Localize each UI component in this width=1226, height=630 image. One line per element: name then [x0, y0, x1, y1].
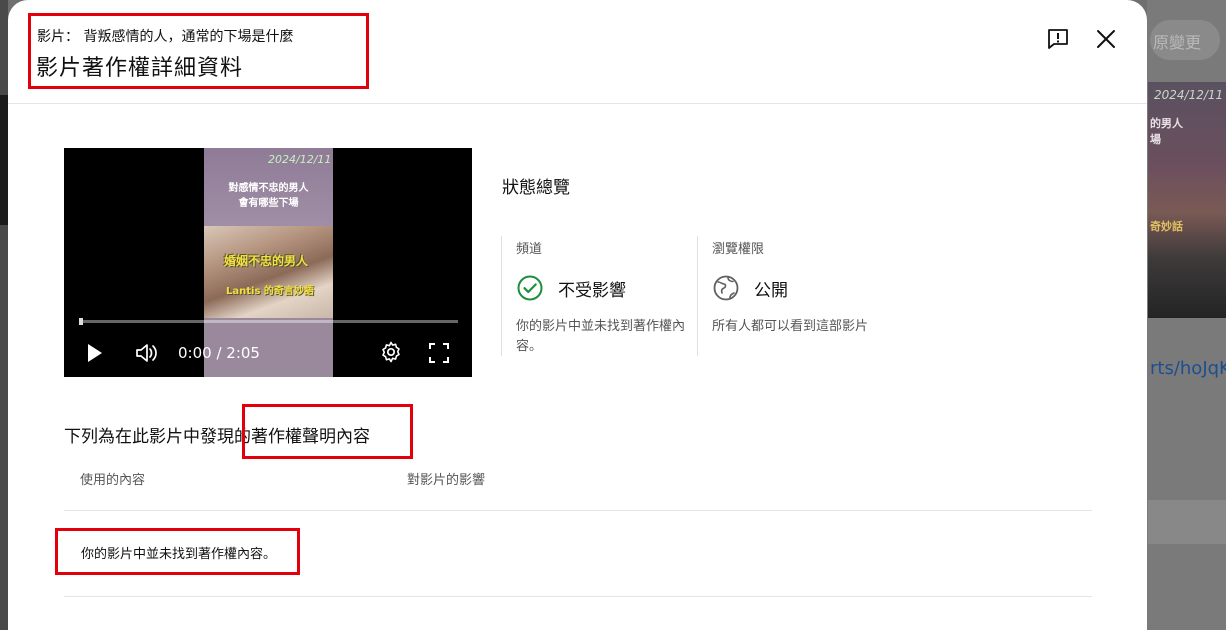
divider — [64, 510, 1092, 511]
volume-button[interactable] — [134, 340, 160, 366]
channel-status: 頻道 不受影響 你的影片中並未找到著作權內容。 — [501, 236, 691, 356]
channel-status-value: 不受影響 — [558, 281, 626, 301]
background-card — [1148, 500, 1226, 544]
visibility-status: 瀏覽權限 公開 所有人都可以看到這部影片 — [697, 236, 887, 356]
visibility-value: 公開 — [754, 281, 788, 301]
feedback-icon — [1048, 29, 1068, 49]
video-player[interactable]: 2024/12/11 對感情不忠的男人 會有哪些下場 婚姻不忠的男人 Lantis… — [64, 148, 472, 377]
status-overview-title: 狀態總覽 — [502, 178, 570, 198]
thumbnail-date: 2024/12/11 — [268, 153, 332, 166]
time-display: 0:00 / 2:05 — [178, 344, 260, 362]
column-header-content: 使用的內容 — [80, 473, 146, 488]
highlight-box-message — [55, 528, 300, 575]
thumbnail-photo — [204, 226, 333, 318]
video-thumbnail: 2024/12/11 對感情不忠的男人 會有哪些下場 婚姻不忠的男人 Lantis… — [204, 148, 333, 377]
divider — [64, 596, 1092, 597]
thumbnail-headline: 對感情不忠的男人 會有哪些下場 — [228, 183, 309, 209]
dialog-header: 影片： 背叛感情的人，通常的下場是什麼 影片著作權詳細資料 — [8, 0, 1147, 104]
progress-bar[interactable] — [79, 320, 458, 323]
visibility-description: 所有人都可以看到這部影片 — [712, 319, 869, 334]
feedback-button[interactable] — [1038, 19, 1078, 59]
check-circle-icon — [517, 275, 543, 301]
highlight-box-title — [28, 13, 369, 89]
progress-scrubber[interactable] — [79, 318, 83, 325]
copyright-details-dialog: 影片： 背叛感情的人，通常的下場是什麼 影片著作權詳細資料 2024/12/11… — [8, 0, 1147, 630]
thumbnail-caption: 婚姻不忠的男人 — [224, 254, 309, 268]
play-icon — [88, 344, 102, 362]
background-thumb-text: 的男人場 — [1150, 117, 1183, 146]
globe-icon — [713, 275, 739, 301]
fullscreen-icon — [429, 343, 449, 363]
background-link: rts/hoJqK — [1150, 358, 1226, 379]
background-thumb-date: 2024/12/11 — [1154, 88, 1224, 102]
gear-icon — [382, 341, 400, 363]
background-button: 原變更 — [1150, 20, 1220, 60]
close-button[interactable] — [1086, 19, 1126, 59]
channel-status-description: 你的影片中並未找到著作權內容。 — [516, 319, 686, 354]
highlight-box-claims — [242, 404, 413, 459]
background-button-label: 原變更 — [1153, 33, 1202, 52]
column-header-impact: 對影片的影響 — [407, 473, 486, 488]
channel-label: 頻道 — [516, 242, 543, 257]
background-video-thumbnail: 2024/12/11 的男人場 奇妙話 — [1148, 82, 1226, 318]
fullscreen-button[interactable] — [426, 340, 452, 366]
settings-button[interactable] — [378, 339, 404, 365]
play-button[interactable] — [84, 340, 106, 366]
background-thumb-overlay: 奇妙話 — [1150, 220, 1183, 233]
thumbnail-caption-2: Lantis 的奇言妙語 — [226, 286, 314, 297]
volume-icon — [136, 344, 157, 362]
background-left-thumbnail — [0, 95, 8, 225]
visibility-label: 瀏覽權限 — [712, 242, 765, 257]
close-icon — [1097, 30, 1115, 48]
